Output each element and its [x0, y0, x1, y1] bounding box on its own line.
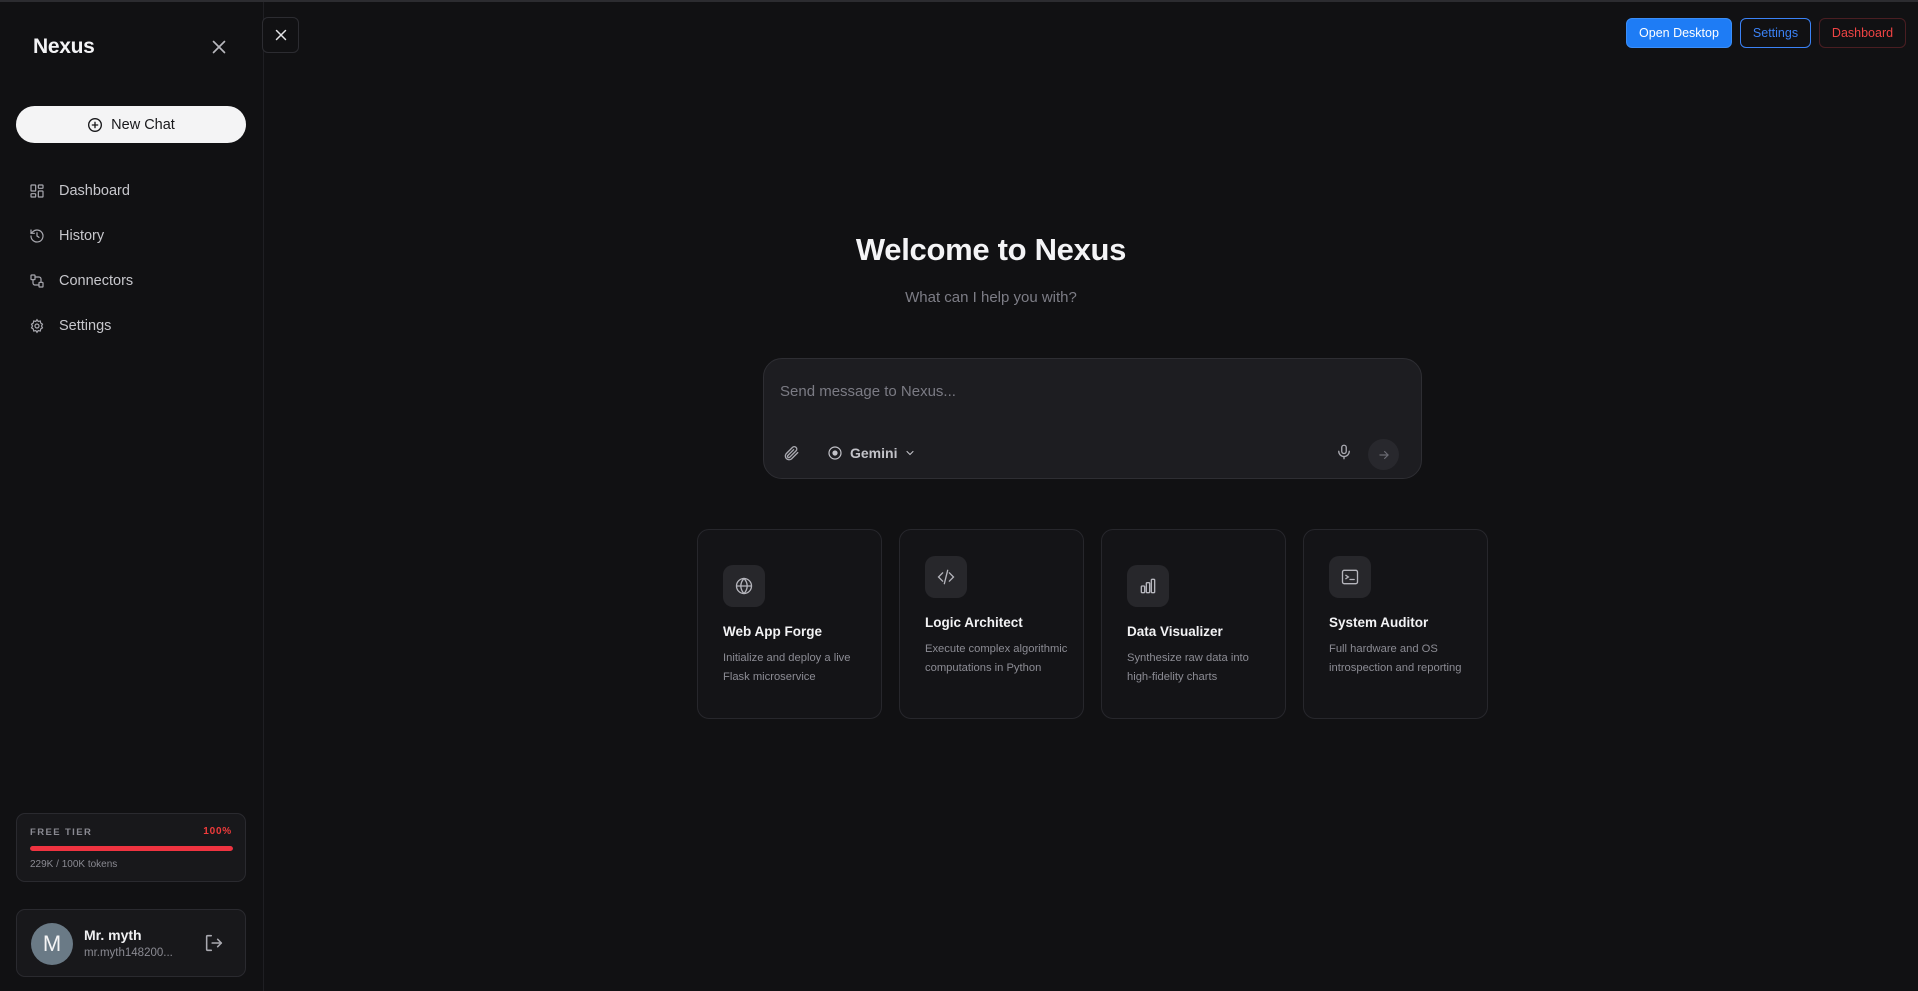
message-input[interactable]	[780, 379, 1400, 403]
dashboard-icon	[30, 183, 44, 198]
brand-logo: Nexus	[33, 35, 95, 58]
sidebar-item-label: Settings	[59, 317, 112, 334]
suggestion-card-logic-architect[interactable]: Logic Architect Execute complex algorith…	[899, 529, 1084, 719]
dashboard-button[interactable]: Dashboard	[1819, 18, 1906, 48]
card-title: Data Visualizer	[1127, 624, 1223, 639]
token-count: 229K / 100K tokens	[30, 859, 118, 870]
card-title: Logic Architect	[925, 615, 1023, 630]
user-profile-card: M Mr. myth mr.myth148200...	[16, 909, 246, 977]
code-icon	[925, 556, 967, 598]
close-icon	[275, 29, 286, 41]
card-title: System Auditor	[1329, 615, 1429, 630]
bar-chart-icon	[1127, 565, 1169, 607]
model-name: Gemini	[850, 445, 898, 461]
open-desktop-button[interactable]: Open Desktop	[1626, 18, 1732, 48]
page-subtitle: What can I help you with?	[905, 289, 1077, 306]
close-panel-button[interactable]	[262, 17, 299, 53]
sidebar-item-label: Connectors	[59, 272, 134, 289]
close-sidebar-icon[interactable]	[208, 36, 230, 58]
usage-progress-fill	[30, 846, 233, 851]
send-button[interactable]	[1368, 439, 1399, 470]
chevron-down-icon	[906, 450, 915, 456]
arrow-right-icon	[1378, 450, 1389, 459]
terminal-icon	[1329, 556, 1371, 598]
logout-icon[interactable]	[203, 932, 225, 954]
history-icon	[30, 228, 44, 243]
attach-icon[interactable]	[782, 444, 800, 462]
sidebar-item-label: History	[59, 227, 105, 244]
message-composer: Gemini	[763, 358, 1422, 479]
user-name: Mr. myth	[84, 927, 142, 943]
usage-progress-bar	[30, 846, 233, 851]
model-selector[interactable]: Gemini	[827, 442, 916, 464]
microphone-icon[interactable]	[1335, 443, 1353, 461]
sidebar-item-dashboard[interactable]: Dashboard	[16, 168, 248, 213]
card-description: Synthesize raw data into high-fidelity c…	[1127, 652, 1249, 683]
page-title: Welcome to Nexus	[855, 232, 1127, 267]
plus-circle-icon	[88, 117, 103, 132]
gear-icon	[30, 318, 44, 333]
card-title: Web App Forge	[723, 624, 822, 639]
suggestion-card-data-visualizer[interactable]: Data Visualizer Synthesize raw data into…	[1101, 529, 1286, 719]
new-chat-label: New Chat	[111, 116, 175, 133]
tier-percent: 100%	[203, 826, 232, 837]
usage-card: FREE TIER 100% 229K / 100K tokens	[16, 813, 246, 882]
card-description: Full hardware and OS introspection and r…	[1329, 643, 1462, 674]
tier-label: FREE TIER	[30, 827, 93, 838]
avatar[interactable]: M	[31, 923, 73, 965]
globe-icon	[723, 565, 765, 607]
sidebar-item-settings[interactable]: Settings	[16, 303, 248, 348]
connectors-icon	[30, 273, 44, 288]
window-top-border	[0, 0, 1918, 2]
new-chat-button[interactable]: New Chat	[16, 106, 246, 143]
settings-button[interactable]: Settings	[1740, 18, 1811, 48]
card-description: Execute complex algorithmic computations…	[925, 643, 1068, 674]
user-email: mr.myth148200...	[84, 947, 173, 959]
card-description: Initialize and deploy a live Flask micro…	[723, 652, 851, 683]
sidebar-item-label: Dashboard	[59, 182, 130, 199]
model-icon	[828, 446, 842, 460]
sidebar: Nexus New Chat Dashboard History Connect…	[0, 2, 264, 991]
suggestion-card-web-app-forge[interactable]: Web App Forge Initialize and deploy a li…	[697, 529, 882, 719]
suggestion-card-system-auditor[interactable]: System Auditor Full hardware and OS intr…	[1303, 529, 1488, 719]
